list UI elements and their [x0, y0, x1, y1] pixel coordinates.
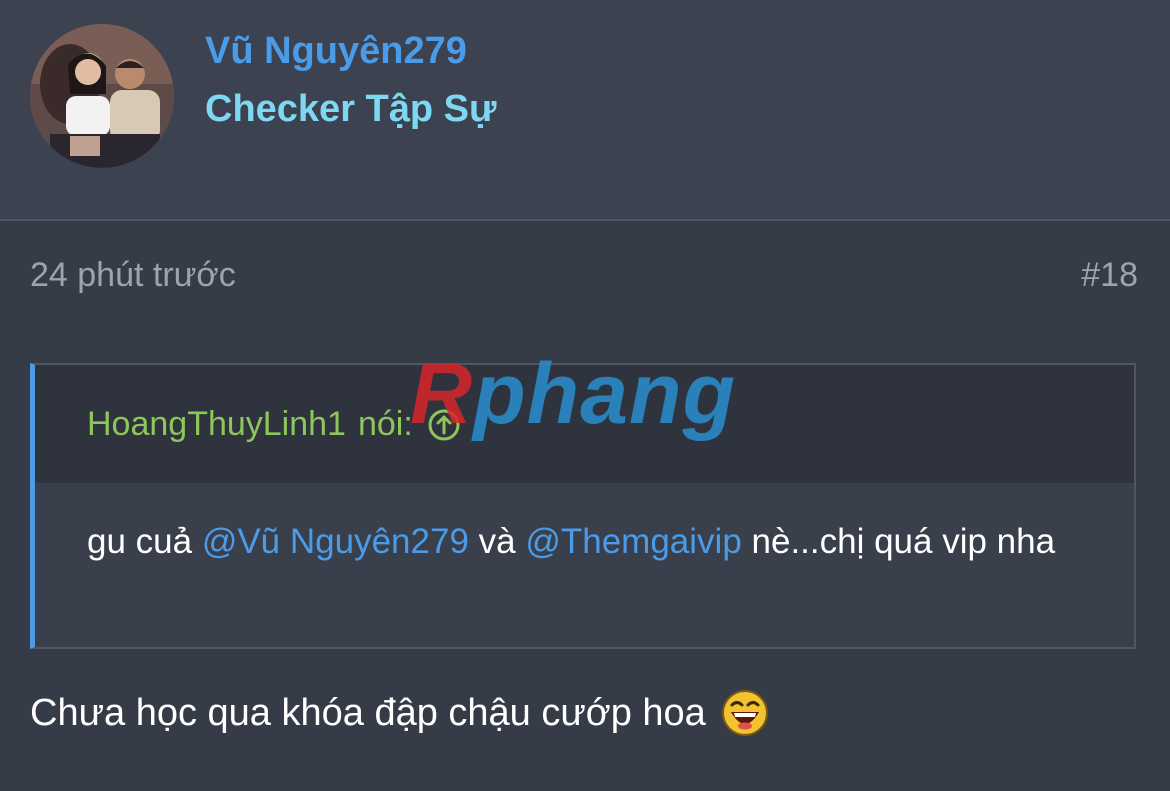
quote-attribution[interactable]: HoangThuyLinh1 nói:: [87, 405, 461, 444]
quote-author-name[interactable]: HoangThuyLinh1: [87, 405, 346, 444]
quote-text-middle: và: [468, 522, 526, 561]
post-message: Chưa học qua khóa đập chậu cướp hoa: [30, 688, 770, 738]
post-author-header: Vũ Nguyên279 Checker Tập Sự: [0, 0, 1170, 221]
quote-block: HoangThuyLinh1 nói: gu cuả @Vũ Nguyên279…: [30, 363, 1136, 649]
post-container: Vũ Nguyên279 Checker Tập Sự 24 phút trướ…: [0, 0, 1170, 791]
avatar-photo: [30, 24, 174, 168]
quote-text-before: gu cuả: [87, 522, 202, 561]
post-timestamp[interactable]: 24 phút trước: [30, 256, 236, 295]
avatar[interactable]: [30, 24, 174, 168]
quote-header: HoangThuyLinh1 nói:: [35, 365, 1134, 483]
quote-text-after: nè...chị quá vip nha: [741, 522, 1056, 561]
username[interactable]: Vũ Nguyên279: [205, 30, 467, 73]
mention-link[interactable]: @Themgaivip: [525, 522, 741, 561]
quote-content: gu cuả @Vũ Nguyên279 và @Themgaivip nè..…: [87, 515, 1097, 569]
quote-said-label: nói:: [357, 405, 413, 443]
laughing-emoji-icon: [720, 688, 770, 738]
user-title: Checker Tập Sự: [205, 88, 497, 130]
mention-link[interactable]: @Vũ Nguyên279: [202, 522, 469, 561]
post-number[interactable]: #18: [1081, 256, 1138, 295]
message-text: Chưa học qua khóa đập chậu cướp hoa: [30, 691, 706, 734]
jump-to-quote-icon[interactable]: [427, 408, 461, 442]
